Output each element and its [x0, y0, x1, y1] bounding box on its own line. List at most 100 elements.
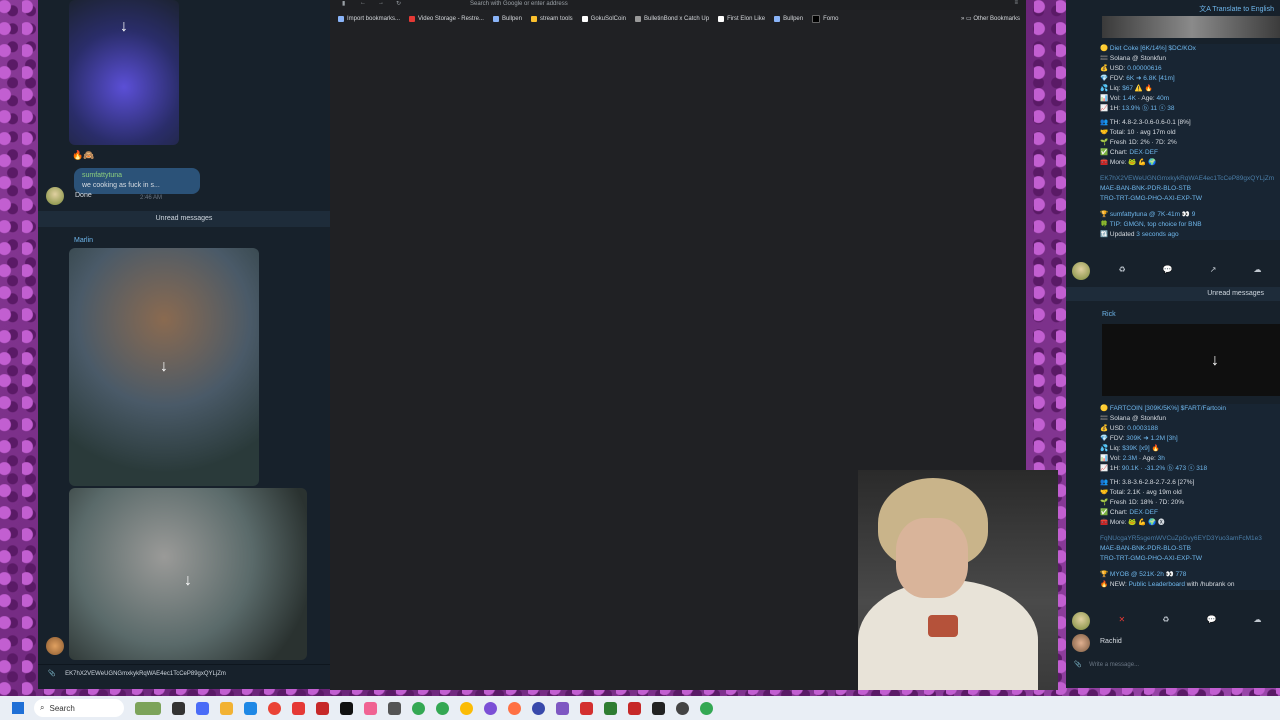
- search-icon: ⌕: [40, 703, 45, 712]
- file-explorer-icon[interactable]: [220, 701, 233, 715]
- video-preview[interactable]: ↓: [1102, 324, 1280, 396]
- app-icon[interactable]: [604, 701, 617, 715]
- unread-divider: Unread messages: [38, 211, 330, 227]
- reload-icon[interactable]: ↻: [396, 0, 401, 7]
- chart-link[interactable]: DEX·DEF: [1129, 509, 1158, 516]
- widget-icon[interactable]: [135, 701, 161, 715]
- token-title[interactable]: Diet Coke [6K/14%] $DC/KOx: [1110, 45, 1196, 52]
- bullpen-icon: [492, 16, 499, 22]
- bookmark-fomo[interactable]: Fomo: [812, 15, 838, 23]
- blurred-photo-2[interactable]: ↓: [69, 488, 307, 660]
- inline-buttons: ✕ ♻ 💬 ☁: [1100, 612, 1280, 626]
- command-links[interactable]: TRO-TRT-GMG-PHO-AXI-EXP-TW: [1100, 554, 1280, 564]
- contract-address[interactable]: EK7hX2VEWeUGNGmxkykRqWAE4ec1TcCeP89gxQYL…: [1100, 174, 1280, 184]
- avatar[interactable]: [1072, 634, 1090, 652]
- avatar[interactable]: [46, 187, 64, 205]
- avatar[interactable]: [46, 637, 64, 655]
- blurred-image[interactable]: [1102, 16, 1280, 38]
- chrome-icon[interactable]: [412, 701, 425, 715]
- sender-rachid[interactable]: Rachid: [1100, 638, 1122, 645]
- chrome-icon[interactable]: [436, 701, 449, 715]
- obs-icon[interactable]: [676, 701, 689, 715]
- windows-taskbar: ⌕ Search: [0, 696, 1280, 720]
- app-icon[interactable]: [196, 701, 209, 715]
- browser-icon[interactable]: [484, 701, 497, 715]
- task-view-icon[interactable]: [172, 701, 185, 715]
- webcam-phone: [928, 615, 958, 637]
- bullpen-icon: [774, 16, 781, 22]
- taskbar-search[interactable]: ⌕ Search: [34, 699, 124, 717]
- webcam-face: [896, 518, 968, 598]
- folder-icon: [530, 16, 537, 22]
- blurred-photo-1[interactable]: ↓: [69, 248, 259, 486]
- attach-icon[interactable]: 📎: [48, 671, 55, 677]
- app-icon[interactable]: [628, 701, 641, 715]
- left-chat-panel: ↓ 🔥🙈 sumfattytuna we cooking as fuck in …: [38, 0, 330, 688]
- cloud-icon[interactable]: ☁: [1253, 265, 1261, 274]
- back-icon[interactable]: ←: [360, 0, 366, 6]
- comment-icon[interactable]: 💬: [1163, 265, 1173, 274]
- address-bar[interactable]: Search with Google or enter address: [470, 0, 568, 8]
- chart-link[interactable]: DEX·DEF: [1129, 149, 1158, 156]
- bookmark-stream-tools[interactable]: stream tools: [530, 16, 573, 22]
- chrome-icon[interactable]: [700, 701, 713, 715]
- windows-start-icon[interactable]: [12, 702, 24, 714]
- app-icon[interactable]: [532, 701, 545, 715]
- attach-icon[interactable]: 📎: [1074, 662, 1081, 668]
- message-text: Done: [75, 192, 92, 199]
- app-icon[interactable]: [292, 701, 305, 715]
- download-arrow-icon[interactable]: ↓: [153, 356, 175, 378]
- right-message-input[interactable]: 📎 Write a message...: [1066, 656, 1280, 674]
- comment-icon[interactable]: 💬: [1206, 615, 1216, 624]
- right-chat-panel: 文A Translate to English 🟡 Diet Coke [6K/…: [1066, 0, 1280, 688]
- bookmark-video-storage[interactable]: Video Storage - Restre...: [409, 16, 484, 22]
- download-arrow-icon[interactable]: ↓: [1204, 350, 1226, 372]
- bookmark-gokusolcoin[interactable]: GokuSolCoin: [581, 16, 626, 22]
- bookmark-import[interactable]: Import bookmarks...: [338, 16, 400, 22]
- firefox-icon[interactable]: [508, 701, 521, 715]
- app-icon[interactable]: [580, 701, 593, 715]
- bookmark-bullpen-2[interactable]: Bullpen: [774, 16, 803, 22]
- input-placeholder: Write a message...: [1089, 662, 1140, 668]
- settings-icon[interactable]: [388, 701, 401, 715]
- close-icon[interactable]: ✕: [1119, 615, 1126, 624]
- sender-name[interactable]: Marlin: [74, 237, 93, 244]
- share-icon[interactable]: ↗: [1210, 265, 1217, 274]
- chrome-icon[interactable]: [460, 701, 473, 715]
- forward-icon[interactable]: →: [378, 0, 384, 6]
- sidebar-icon[interactable]: ▮: [342, 0, 345, 7]
- other-bookmarks[interactable]: » ▭ Other Bookmarks: [961, 12, 1020, 26]
- left-message-input[interactable]: 📎 EK7hX2VEWeUGNGmxkykRqWAE4ec1TcCeP89gxQ…: [38, 664, 330, 689]
- translate-link[interactable]: 文A Translate to English: [1199, 4, 1274, 14]
- command-links[interactable]: MAE-BAN-BNK-PDR-BLO-STB: [1100, 184, 1280, 194]
- contract-address[interactable]: FqNUcgaYR5sgemWVCuZpGvy6EYD3Yuo3amFcM1e3: [1100, 534, 1280, 544]
- app-icon[interactable]: [652, 701, 665, 715]
- command-links[interactable]: TRO-TRT-GMG-PHO-AXI-EXP-TW: [1100, 194, 1280, 204]
- command-links[interactable]: MAE-BAN-BNK-PDR-BLO-STB: [1100, 544, 1280, 554]
- refresh-icon[interactable]: ♻: [1119, 265, 1126, 274]
- token-card-1: 🟡 Diet Coke [6K/14%] $DC/KOx 🟰 Solana @ …: [1100, 44, 1280, 240]
- store-icon[interactable]: [244, 701, 257, 715]
- reaction-emoji[interactable]: 🔥🙈: [72, 150, 94, 161]
- bot-avatar[interactable]: [1072, 262, 1090, 280]
- download-arrow-icon[interactable]: ↓: [177, 570, 199, 592]
- blurred-video-1[interactable]: ↓: [69, 0, 179, 145]
- chrome-icon[interactable]: [268, 701, 281, 715]
- download-arrow-icon[interactable]: ↓: [113, 16, 135, 38]
- bot-avatar[interactable]: [1072, 612, 1090, 630]
- sender-rick[interactable]: Rick: [1102, 311, 1116, 318]
- bookmark-bulletinbond[interactable]: BulletinBond x Catch Up: [635, 16, 709, 22]
- reply-sender: sumfattytuna: [82, 172, 123, 179]
- bookmark-first-elon-like[interactable]: First Elon Like: [718, 16, 765, 22]
- app-icon[interactable]: [364, 701, 377, 715]
- token-title[interactable]: FARTCOIN [309K/5K%] $FART/Fartcoin: [1110, 405, 1226, 412]
- app-icon[interactable]: [316, 701, 329, 715]
- menu-icon[interactable]: ≡: [1014, 0, 1018, 6]
- restream-icon: [409, 16, 416, 22]
- discord-icon[interactable]: [556, 701, 569, 715]
- cloud-icon[interactable]: ☁: [1253, 615, 1261, 624]
- bookmark-bullpen[interactable]: Bullpen: [492, 16, 522, 22]
- notion-icon[interactable]: [340, 701, 353, 715]
- refresh-icon[interactable]: ♻: [1162, 615, 1169, 624]
- reply-bubble[interactable]: sumfattytuna we cooking as fuck in s...: [74, 168, 200, 194]
